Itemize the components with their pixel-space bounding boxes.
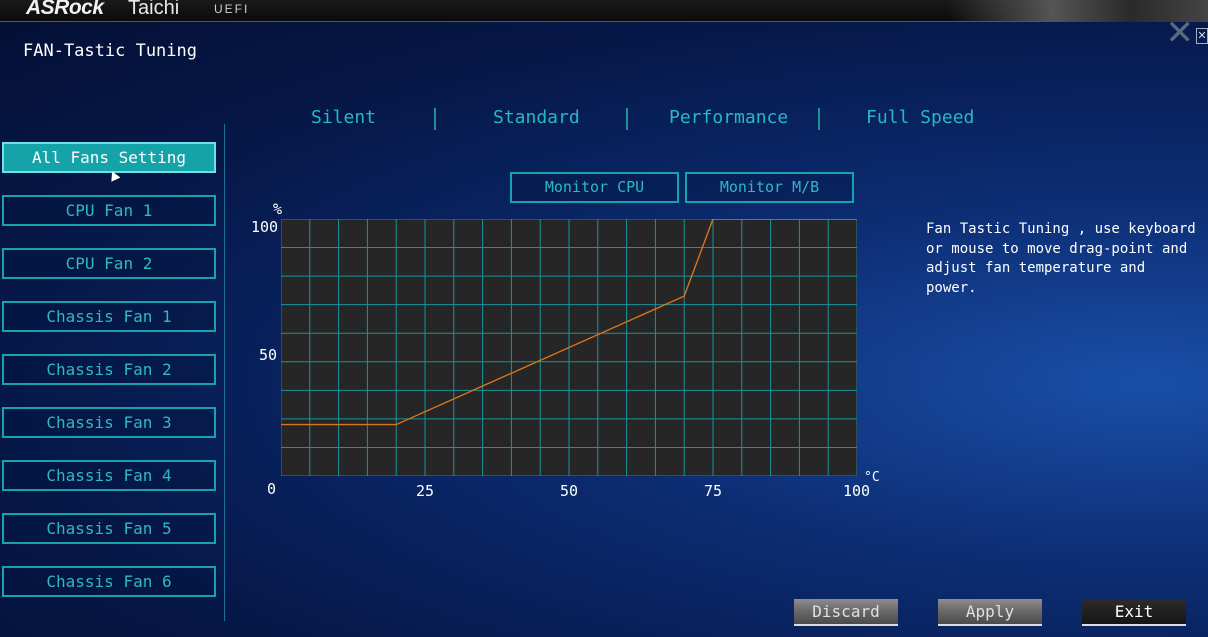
y-tick-label: 50 (259, 346, 278, 364)
x-axis-unit: °C (864, 470, 880, 485)
brand-bar: ASRock Taichi UEFI (0, 0, 1208, 22)
preset-full-speed[interactable]: Full Speed (866, 107, 974, 128)
sidebar-item-chassis-fan-4[interactable]: Chassis Fan 4 (2, 460, 216, 491)
model-name: Taichi (128, 0, 180, 19)
x-tick-label: 25 (416, 482, 435, 500)
preset-performance[interactable]: Performance (669, 107, 788, 128)
sidebar-item-all-fans[interactable]: All Fans Setting (2, 142, 216, 173)
brand-logo: ASRock (26, 0, 104, 19)
fan-curve-chart[interactable] (281, 219, 857, 476)
sidebar-item-chassis-fan-2[interactable]: Chassis Fan 2 (2, 354, 216, 385)
sidebar-item-cpu-fan-2[interactable]: CPU Fan 2 (2, 248, 216, 279)
sidebar-item-chassis-fan-1[interactable]: Chassis Fan 1 (2, 301, 216, 332)
preset-silent[interactable]: Silent (311, 107, 376, 128)
firmware-label: UEFI (214, 2, 250, 16)
x-tick-label: 50 (560, 482, 579, 500)
sidebar-item-chassis-fan-3[interactable]: Chassis Fan 3 (2, 407, 216, 438)
preset-standard[interactable]: Standard (493, 107, 580, 128)
sidebar-item-chassis-fan-5[interactable]: Chassis Fan 5 (2, 513, 216, 544)
monitor-mb-button[interactable]: Monitor M/B (685, 172, 854, 203)
sidebar-item-cpu-fan-1[interactable]: CPU Fan 1 (2, 195, 216, 226)
discard-button[interactable]: Discard (794, 599, 898, 626)
monitor-cpu-button[interactable]: Monitor CPU (510, 172, 679, 203)
exit-button[interactable]: Exit (1082, 599, 1186, 626)
fan-curve-drag-point[interactable] (681, 293, 687, 299)
sidebar-item-chassis-fan-6[interactable]: Chassis Fan 6 (2, 566, 216, 597)
x-decoration-icon: ✕ (1165, 13, 1195, 53)
sidebar-divider (224, 124, 225, 621)
page-title: FAN-Tastic Tuning (23, 41, 197, 61)
apply-button[interactable]: Apply (938, 599, 1042, 626)
close-icon[interactable]: ✕ (1196, 28, 1208, 44)
preset-separator (626, 108, 628, 130)
help-description: Fan Tastic Tuning , use keyboard or mous… (926, 221, 1196, 296)
y-tick-label: 100 (251, 218, 279, 236)
fan-curve-drag-point[interactable] (393, 422, 399, 428)
preset-separator (818, 108, 820, 130)
y-axis-unit: % (273, 200, 283, 218)
x-tick-label: 0 (267, 480, 277, 498)
preset-separator (434, 108, 436, 130)
x-tick-label: 75 (704, 482, 723, 500)
